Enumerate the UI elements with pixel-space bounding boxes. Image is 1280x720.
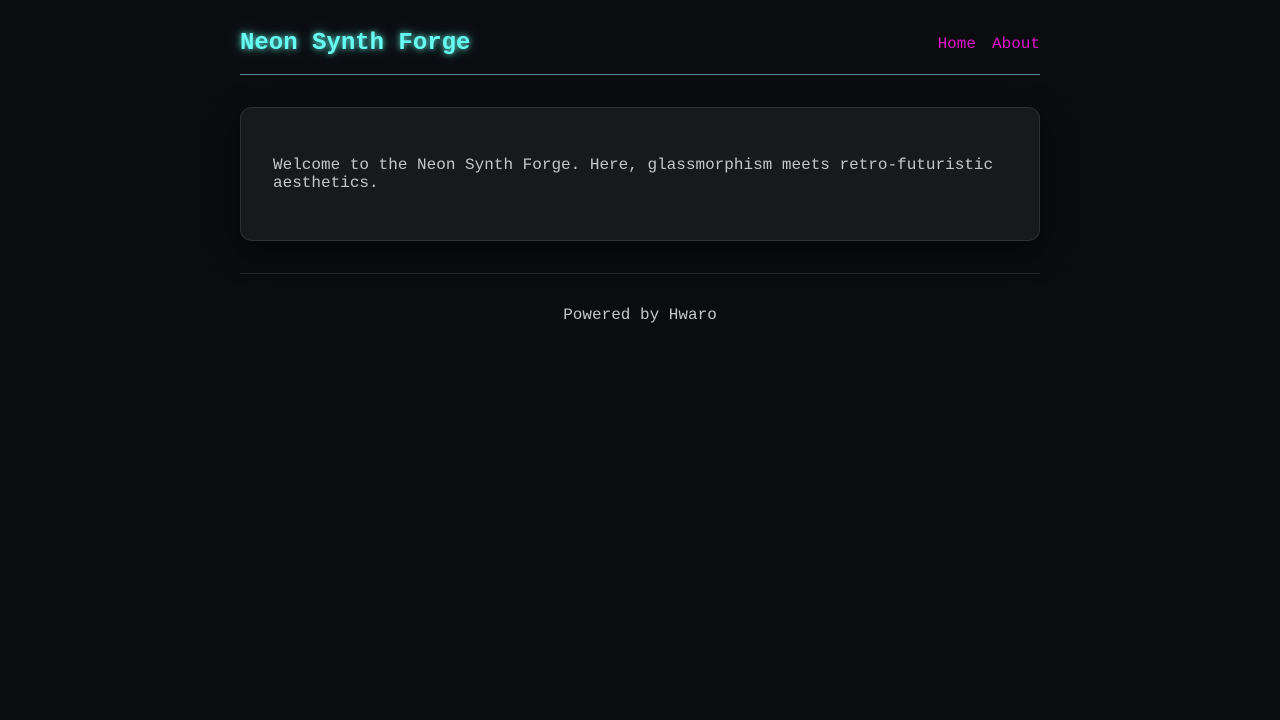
site-title[interactable]: Neon Synth Forge xyxy=(240,30,470,58)
page-container: Neon Synth Forge Home About Welcome to t… xyxy=(240,0,1040,325)
intro-text: Welcome to the Neon Synth Forge. Here, g… xyxy=(273,156,994,192)
main-nav: Home About xyxy=(938,34,1040,54)
footer-text: Powered by Hwaro xyxy=(563,306,717,324)
content-card: Welcome to the Neon Synth Forge. Here, g… xyxy=(240,107,1040,241)
nav-link-about[interactable]: About xyxy=(992,34,1040,54)
site-footer: Powered by Hwaro xyxy=(240,273,1040,325)
site-header: Neon Synth Forge Home About xyxy=(240,0,1040,75)
nav-link-home[interactable]: Home xyxy=(938,34,976,54)
